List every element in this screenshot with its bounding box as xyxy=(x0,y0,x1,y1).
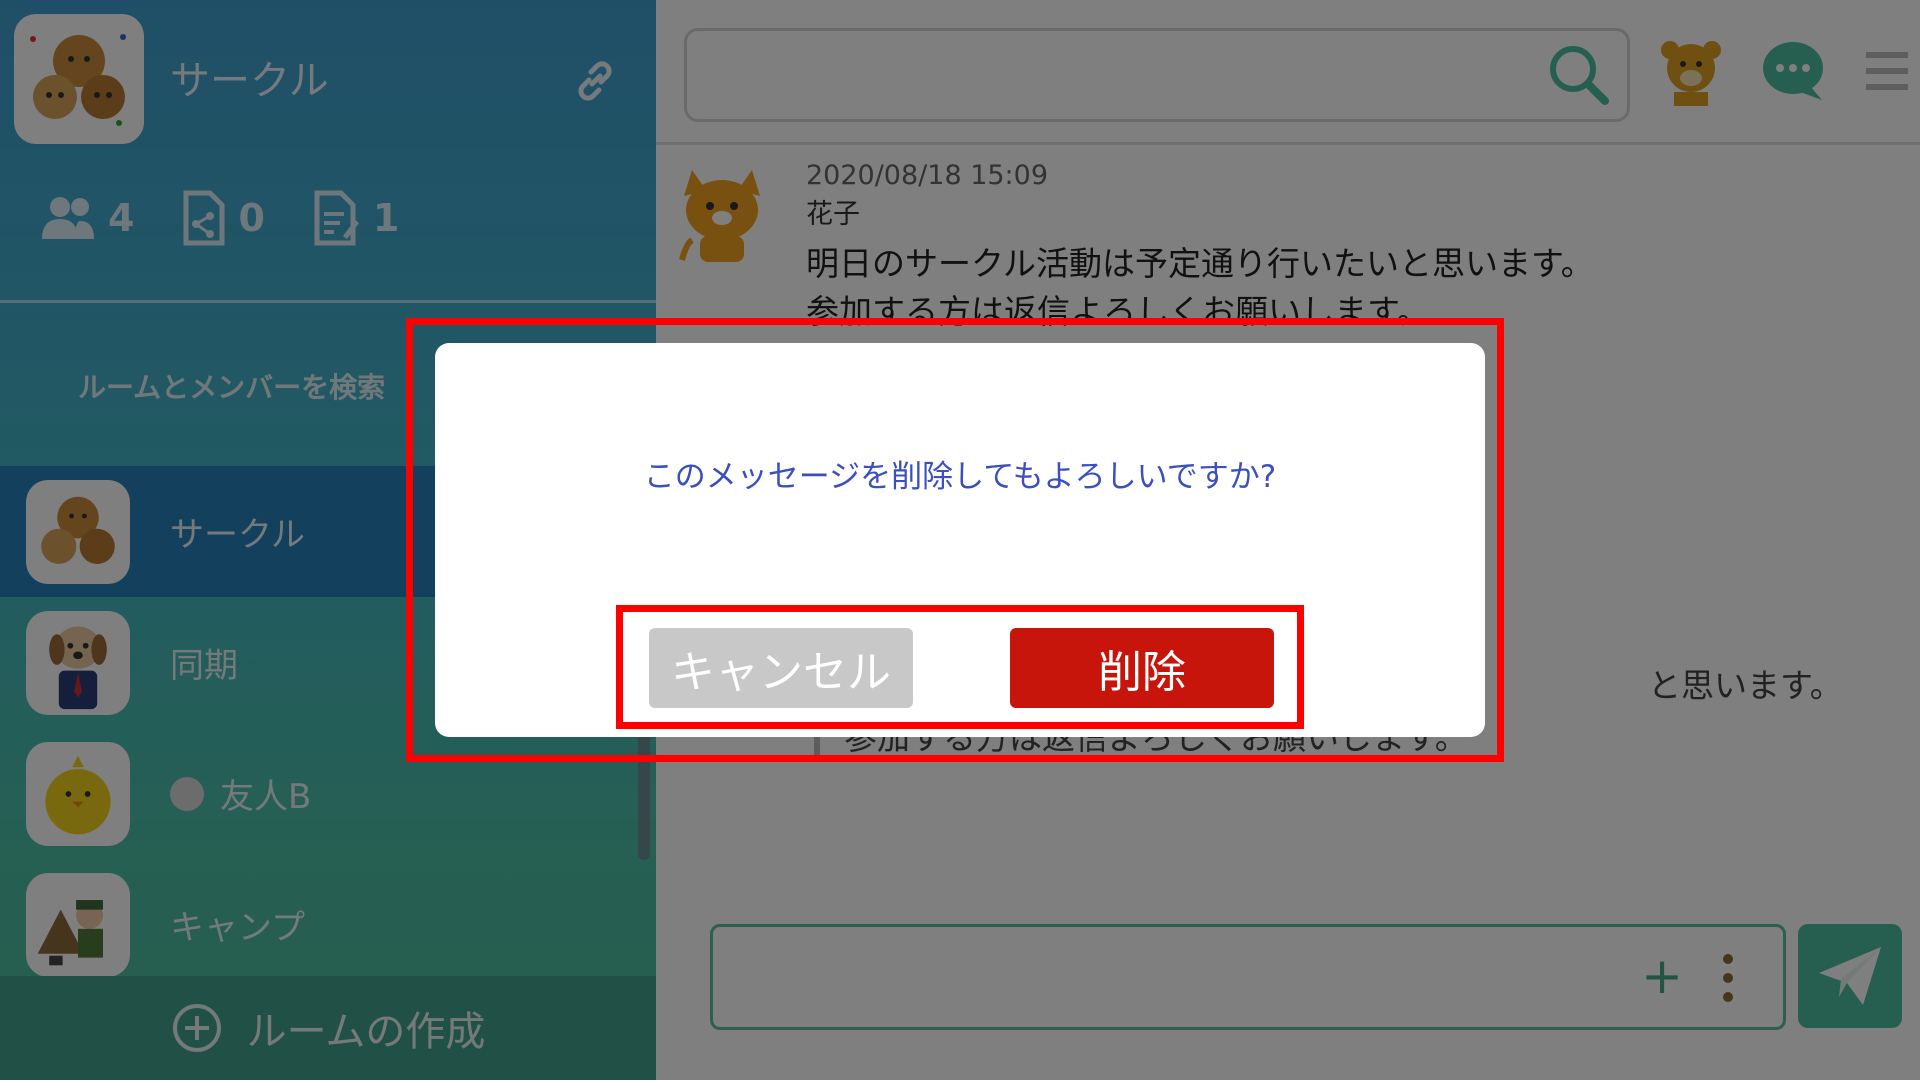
delete-button[interactable]: 削除 xyxy=(1010,628,1274,708)
dialog-message: このメッセージを削除してもよろしいですか? xyxy=(643,459,1277,495)
cancel-button[interactable]: キャンセル xyxy=(649,628,913,708)
delete-confirm-dialog: このメッセージを削除してもよろしいですか? キャンセル 削除 xyxy=(435,343,1485,737)
